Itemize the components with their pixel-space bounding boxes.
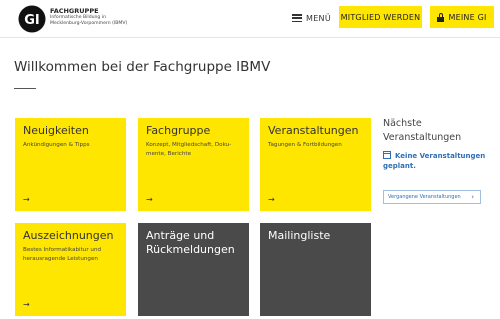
my-gi-button[interactable]: MEINE GI xyxy=(430,6,494,28)
menu-button[interactable]: MENÜ xyxy=(292,9,331,27)
tile-neuigkeiten[interactable]: Neuigkeiten Ankündigungen & Tipps → xyxy=(15,118,126,211)
tile-fachgruppe[interactable]: Fachgruppe Konzept, Mitgliedschaft, Doku… xyxy=(138,118,249,211)
tile-title: Mailingliste xyxy=(268,229,331,242)
no-events-text: Keine Veranstaltungen geplant. xyxy=(383,152,486,170)
my-gi-label: MEINE GI xyxy=(448,12,487,22)
arrow-right-icon: → xyxy=(268,195,275,204)
tile-auszeichnungen[interactable]: Auszeichnungen Bestes Informatikabitur u… xyxy=(15,223,126,316)
svg-text:GI: GI xyxy=(24,13,40,28)
upcoming-events-heading: Nächste Veranstaltungen xyxy=(383,118,462,143)
lock-icon xyxy=(437,12,445,22)
become-member-button[interactable]: MITGLIED WERDEN xyxy=(339,6,422,28)
tile-description: Tagungen & Fortbildungen xyxy=(268,142,342,148)
tile-mailingliste[interactable]: Mailingliste xyxy=(260,223,371,316)
arrow-right-icon: → xyxy=(23,195,30,204)
tile-title: Neuigkeiten xyxy=(23,124,89,137)
menu-label: MENÜ xyxy=(306,13,331,23)
site-header: GI FACHGRUPPE Informatische Bildung in M… xyxy=(0,0,500,38)
past-events-label: Vergangene Veranstaltungen xyxy=(388,194,461,200)
tile-description: Ankündigungen & Tipps xyxy=(23,142,90,148)
tile-description: Bestes Informatikabitur und herausragend… xyxy=(23,247,102,262)
chevron-right-icon: › xyxy=(471,193,474,201)
arrow-right-icon: → xyxy=(146,195,153,204)
tile-title: Auszeichnungen xyxy=(23,229,114,242)
tile-title: Anträge und Rückmeldungen xyxy=(146,229,235,256)
title-divider xyxy=(14,88,36,89)
gi-logo[interactable]: GI xyxy=(18,5,46,33)
become-member-label: MITGLIED WERDEN xyxy=(340,12,421,22)
hamburger-icon xyxy=(292,14,302,22)
tile-antraege[interactable]: Anträge und Rückmeldungen xyxy=(138,223,249,316)
past-events-button[interactable]: Vergangene Veranstaltungen › xyxy=(383,190,481,204)
no-events-message: Keine Veranstaltungen geplant. xyxy=(383,151,495,171)
brand-title: FACHGRUPPE xyxy=(50,7,99,15)
calendar-icon xyxy=(383,151,391,159)
tile-title: Veranstaltungen xyxy=(268,124,359,137)
tile-veranstaltungen[interactable]: Veranstaltungen Tagungen & Fortbildungen… xyxy=(260,118,371,211)
arrow-right-icon: → xyxy=(23,300,30,309)
tile-description: Konzept, Mitgliedschaft, Doku-mente, Ber… xyxy=(146,142,232,157)
tile-title: Fachgruppe xyxy=(146,124,211,137)
brand[interactable]: FACHGRUPPE Informatische Bildung in Meck… xyxy=(50,7,127,26)
page-title: Willkommen bei der Fachgruppe IBMV xyxy=(14,59,271,75)
brand-subtitle-line-2: Mecklenburg-Vorpommern (IBMV) xyxy=(50,20,128,26)
